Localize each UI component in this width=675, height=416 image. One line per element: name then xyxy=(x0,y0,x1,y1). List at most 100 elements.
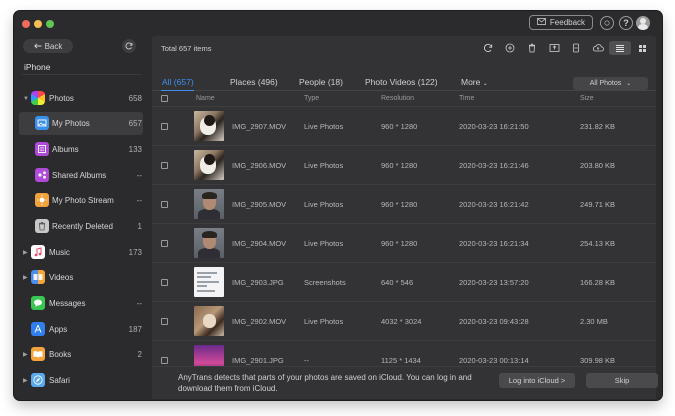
tab-places[interactable]: Places (496) xyxy=(230,77,278,87)
photo-thumbnail[interactable] xyxy=(194,345,224,366)
sidebar-item-shared-albums[interactable]: Shared Albums -- xyxy=(14,164,148,187)
file-name: IMG_2902.MOV xyxy=(232,317,287,326)
sidebar-item-books[interactable]: ▶ Books 2 xyxy=(14,343,148,366)
photo-thumbnail[interactable] xyxy=(194,150,224,180)
row-checkbox[interactable] xyxy=(161,162,168,169)
file-name: IMG_2904.MOV xyxy=(232,239,287,248)
chevron-right-icon[interactable]: ▶ xyxy=(23,377,28,384)
photo-thumbnail[interactable] xyxy=(194,111,224,141)
refresh-button[interactable] xyxy=(477,41,499,55)
active-tab-indicator xyxy=(161,90,194,91)
row-checkbox[interactable] xyxy=(161,279,168,286)
tab-all[interactable]: All (657) xyxy=(162,77,194,87)
sidebar-item-music[interactable]: ▶ Music 173 xyxy=(14,241,148,264)
chevron-right-icon[interactable]: ▶ xyxy=(23,274,28,281)
file-size: 2.30 MB xyxy=(580,317,608,326)
albums-icon xyxy=(35,142,49,156)
back-button[interactable]: Back xyxy=(23,39,73,53)
table-row[interactable]: IMG_2904.MOV Live Photos 960 * 1280 2020… xyxy=(152,223,656,263)
file-size: 309.98 KB xyxy=(580,356,616,365)
select-all-checkbox[interactable] xyxy=(161,95,168,102)
file-name: IMG_2907.MOV xyxy=(232,122,287,131)
help-button[interactable]: ? xyxy=(619,16,633,30)
file-time: 2020-03-23 16:21:50 xyxy=(459,122,529,131)
sidebar-item-label: Recently Deleted xyxy=(52,222,113,231)
file-resolution: 640 * 546 xyxy=(381,278,414,287)
table-header: Name Type Resolution Time Size xyxy=(152,92,656,106)
photo-thumbnail[interactable] xyxy=(194,228,224,258)
photo-thumbnail[interactable] xyxy=(194,267,224,297)
tab-people[interactable]: People (18) xyxy=(299,77,343,87)
sidebar-item-my-photos[interactable]: My Photos 657 xyxy=(19,112,143,135)
refresh-device-button[interactable] xyxy=(122,39,136,53)
table-row[interactable]: IMG_2902.MOV Live Photos 4032 * 3024 202… xyxy=(152,301,656,341)
row-checkbox[interactable] xyxy=(161,357,168,364)
sidebar-item-photos[interactable]: ▼ Photos 658 xyxy=(14,87,148,110)
photo-thumbnail[interactable] xyxy=(194,306,224,336)
log-into-icloud-button[interactable]: Log into iCloud > xyxy=(499,373,575,388)
mail-icon xyxy=(537,18,546,27)
list-view-button[interactable] xyxy=(609,41,631,55)
sidebar-item-albums[interactable]: Albums 133 xyxy=(14,138,148,161)
file-name: IMG_2901.JPG xyxy=(232,356,284,365)
row-checkbox[interactable] xyxy=(161,123,168,130)
add-button[interactable] xyxy=(499,41,521,55)
sidebar-item-count: 1 xyxy=(137,222,142,231)
tab-more[interactable]: More ⌄ xyxy=(461,77,488,87)
maximize-window-button[interactable] xyxy=(46,20,54,28)
photo-filter-value: All Photos xyxy=(589,80,622,87)
skip-button[interactable]: Skip xyxy=(586,373,658,388)
icloud-notice-message: AnyTrans detects that parts of your phot… xyxy=(178,373,472,393)
sidebar-item-messages[interactable]: Messages -- xyxy=(14,292,148,315)
photo-stream-icon xyxy=(35,193,49,207)
arrow-left-icon xyxy=(33,42,42,51)
file-type: Live Photos xyxy=(304,317,344,326)
column-header-name[interactable]: Name xyxy=(196,95,215,102)
close-window-button[interactable] xyxy=(22,20,30,28)
column-header-time[interactable]: Time xyxy=(459,95,474,102)
books-icon xyxy=(31,347,45,361)
file-size: 203.80 KB xyxy=(580,161,616,170)
table-row[interactable]: IMG_2907.MOV Live Photos 960 * 1280 2020… xyxy=(152,106,656,146)
sidebar-item-safari[interactable]: ▶ Safari xyxy=(14,369,148,392)
minimize-window-button[interactable] xyxy=(34,20,42,28)
avatar[interactable] xyxy=(636,16,650,30)
column-header-resolution[interactable]: Resolution xyxy=(381,95,414,102)
sidebar-item-my-photo-stream[interactable]: My Photo Stream -- xyxy=(14,189,148,212)
upload-to-cloud-button[interactable] xyxy=(587,41,609,55)
file-type: Live Photos xyxy=(304,122,344,131)
chevron-right-icon[interactable]: ▶ xyxy=(23,351,28,358)
table-row[interactable]: IMG_2903.JPG Screenshots 640 * 546 2020-… xyxy=(152,262,656,302)
file-type: Screenshots xyxy=(304,278,346,287)
export-to-computer-button[interactable] xyxy=(543,41,565,55)
file-size: 231.82 KB xyxy=(580,122,616,131)
chevron-right-icon[interactable]: ▶ xyxy=(23,249,28,256)
sidebar-item-videos[interactable]: ▶ Videos xyxy=(14,266,148,289)
row-checkbox[interactable] xyxy=(161,318,168,325)
row-checkbox[interactable] xyxy=(161,201,168,208)
delete-button[interactable] xyxy=(521,41,543,55)
tab-photo-videos[interactable]: Photo Videos (122) xyxy=(365,77,438,87)
file-resolution: 960 * 1280 xyxy=(381,239,418,248)
music-icon xyxy=(31,245,45,259)
photo-thumbnail[interactable] xyxy=(194,189,224,219)
column-header-type[interactable]: Type xyxy=(304,95,319,102)
safari-icon xyxy=(31,373,45,387)
trash-icon xyxy=(529,43,535,53)
table-row[interactable]: IMG_2906.MOV Live Photos 960 * 1280 2020… xyxy=(152,145,656,185)
photo-filter-select[interactable]: All Photos ⌄ xyxy=(573,77,648,90)
feedback-button[interactable]: Feedback xyxy=(529,15,593,30)
photos-icon xyxy=(31,91,45,105)
table-row[interactable]: IMG_2905.MOV Live Photos 960 * 1280 2020… xyxy=(152,184,656,224)
table-row[interactable]: IMG_2901.JPG -- 1125 * 1434 2020-03-23 0… xyxy=(152,340,656,366)
cloud-icon xyxy=(592,44,604,52)
send-to-device-button[interactable] xyxy=(565,41,587,55)
chevron-down-icon[interactable]: ▼ xyxy=(23,96,29,102)
sidebar-item-recently-deleted[interactable]: Recently Deleted 1 xyxy=(14,215,148,238)
sidebar-item-apps[interactable]: Apps 187 xyxy=(14,318,148,341)
grid-view-button[interactable] xyxy=(631,41,653,55)
file-name: IMG_2906.MOV xyxy=(232,161,287,170)
row-checkbox[interactable] xyxy=(161,240,168,247)
column-header-size[interactable]: Size xyxy=(580,95,594,102)
settings-button[interactable] xyxy=(600,16,614,30)
